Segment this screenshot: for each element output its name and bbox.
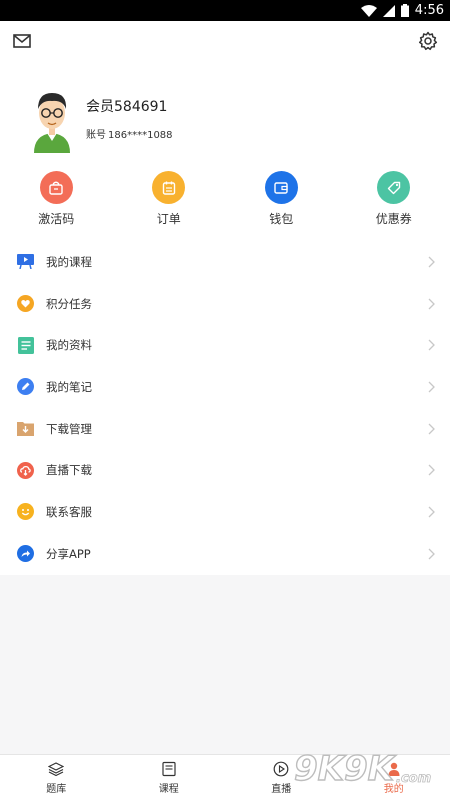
menu-item-live-downloads[interactable]: 直播下载 <box>0 449 450 491</box>
quick-action-activation-code[interactable]: 激活码 <box>21 171 91 227</box>
account-label: 账号 <box>86 129 106 141</box>
quick-action-label: 优惠券 <box>375 212 412 226</box>
menu-item-label: 我的笔记 <box>46 379 92 394</box>
calendar-icon <box>152 171 186 204</box>
cloud-download-icon <box>17 461 34 479</box>
document-icon <box>17 336 34 354</box>
play-icon <box>273 761 289 776</box>
quick-actions: 激活码 订单 钱包 优惠券 <box>0 171 450 241</box>
tab-courses[interactable]: 课程 <box>113 755 226 800</box>
menu-list: 我的课程 积分任务 我的资料 我的笔记 下载管理 直播下载 联系客服 分享APP <box>0 241 450 575</box>
menu-item-my-notes[interactable]: 我的笔记 <box>0 366 450 408</box>
wallet-icon <box>264 171 298 204</box>
tag-icon <box>377 171 411 204</box>
chevron-right-icon <box>428 464 435 476</box>
nav-label: 题库 <box>46 783 67 795</box>
person-icon <box>388 762 400 776</box>
quick-action-label: 激活码 <box>38 212 75 226</box>
signal-icon <box>382 4 395 17</box>
tab-question-bank[interactable]: 题库 <box>0 755 113 800</box>
bag-icon <box>39 171 73 204</box>
pencil-icon <box>17 378 34 396</box>
battery-icon <box>400 4 409 17</box>
menu-item-label: 我的课程 <box>46 254 92 269</box>
menu-item-share-app[interactable]: 分享APP <box>0 533 450 575</box>
account-value: 186****1088 <box>108 129 173 141</box>
avatar <box>34 93 70 153</box>
smile-icon <box>17 503 34 521</box>
mail-icon[interactable] <box>10 29 34 53</box>
quick-action-label: 订单 <box>156 212 181 226</box>
top-area: 会员584691 账号 186****1088 激活码 订单 钱包 优惠券 <box>0 21 450 241</box>
chevron-right-icon <box>428 506 435 518</box>
menu-item-label: 积分任务 <box>46 296 92 311</box>
menu-item-download-management[interactable]: 下载管理 <box>0 408 450 450</box>
menu-item-label: 下载管理 <box>46 421 92 436</box>
share-icon <box>17 545 34 563</box>
menu-item-label: 分享APP <box>46 546 91 561</box>
wifi-icon <box>360 4 377 17</box>
menu-item-customer-service[interactable]: 联系客服 <box>0 491 450 533</box>
download-folder-icon <box>17 420 34 437</box>
menu-item-my-materials[interactable]: 我的资料 <box>0 324 450 366</box>
chevron-right-icon <box>428 339 435 351</box>
nav-label: 课程 <box>158 783 179 795</box>
tab-live[interactable]: 直播 <box>225 755 338 800</box>
menu-item-label: 直播下载 <box>46 463 92 478</box>
quick-action-orders[interactable]: 订单 <box>134 171 204 227</box>
menu-item-points-tasks[interactable]: 积分任务 <box>0 283 450 325</box>
quick-action-wallet[interactable]: 钱包 <box>246 171 316 227</box>
course-icon <box>17 253 34 270</box>
account-number: 账号 186****1088 <box>86 126 175 141</box>
quick-action-coupons[interactable]: 优惠券 <box>359 171 429 227</box>
chevron-right-icon <box>428 548 435 560</box>
menu-item-label: 联系客服 <box>46 504 92 519</box>
status-time: 4:56 <box>414 3 444 18</box>
book-icon <box>162 761 176 776</box>
layers-icon <box>48 761 65 776</box>
nav-label: 我的 <box>383 783 404 795</box>
heart-icon <box>17 295 34 313</box>
chevron-right-icon <box>428 298 435 309</box>
bottom-nav: 题库 课程 直播 我的 <box>0 754 450 800</box>
username: 会员584691 <box>86 98 168 115</box>
header <box>0 21 450 61</box>
quick-action-label: 钱包 <box>269 212 294 226</box>
menu-item-my-courses[interactable]: 我的课程 <box>0 241 450 283</box>
gear-icon[interactable] <box>416 29 440 53</box>
status-bar: 4:56 <box>0 0 450 21</box>
menu-item-label: 我的资料 <box>46 338 92 353</box>
profile-card[interactable]: 会员584691 账号 186****1088 <box>0 61 450 171</box>
chevron-right-icon <box>428 423 435 435</box>
chevron-right-icon <box>428 381 435 393</box>
nav-label: 直播 <box>271 783 292 795</box>
tab-mine[interactable]: 我的 <box>338 755 450 800</box>
chevron-right-icon <box>428 256 435 268</box>
